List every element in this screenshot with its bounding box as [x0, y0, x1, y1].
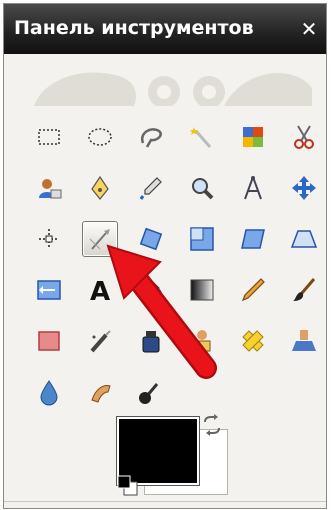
ellipse-select-icon-glyph — [88, 128, 112, 146]
fuzzy-select-wand-icon[interactable] — [184, 119, 220, 155]
blend-gradient-icon[interactable] — [184, 272, 220, 308]
text-icon[interactable]: A — [82, 272, 118, 308]
rotate-icon-glyph — [139, 227, 163, 251]
crop-knife-icon[interactable] — [82, 221, 118, 257]
divider — [4, 501, 326, 502]
dodge-burn-icon-glyph — [139, 383, 159, 404]
zoom-magnifier-icon-glyph — [192, 178, 214, 200]
color-picker-icon[interactable] — [133, 170, 169, 206]
free-select-lasso-icon-glyph — [140, 128, 162, 148]
paths-pen-icon-glyph — [91, 175, 109, 200]
heal-bandage-icon-glyph — [242, 330, 264, 352]
pencil-icon-glyph — [241, 278, 265, 302]
select-by-color-icon-glyph — [243, 127, 263, 147]
shear-icon[interactable] — [235, 221, 271, 257]
bucket-fill-icon[interactable] — [133, 272, 169, 308]
crop-knife-icon-glyph — [89, 229, 110, 250]
rect-select-icon-glyph — [38, 129, 60, 145]
paths-pen-icon[interactable] — [82, 170, 118, 206]
fuzzy-select-wand-icon-glyph — [190, 127, 212, 148]
rect-select-icon[interactable] — [31, 119, 67, 155]
pencil-icon[interactable] — [235, 272, 271, 308]
zoom-magnifier-icon[interactable] — [184, 170, 220, 206]
clone-stamp-icon-glyph — [193, 330, 211, 352]
blur-drop-icon[interactable] — [31, 374, 67, 410]
toolbox-window: Панель инструментов ✕ A — [3, 3, 327, 509]
swap-colors-icon[interactable] — [201, 414, 223, 436]
shear-icon-glyph — [241, 229, 265, 249]
window-title: Панель инструментов — [14, 17, 254, 39]
foreground-select-icon[interactable] — [31, 170, 67, 206]
align-icon[interactable] — [31, 221, 67, 257]
eraser-icon[interactable] — [31, 323, 67, 359]
perspective-clone-icon[interactable] — [286, 323, 322, 359]
eraser-icon-glyph — [38, 331, 60, 351]
scissors-select-icon[interactable] — [286, 119, 322, 155]
measure-compass-icon-glyph — [244, 176, 262, 200]
perspective-clone-icon-glyph — [292, 330, 316, 351]
heal-bandage-icon[interactable] — [235, 323, 271, 359]
smudge-finger-icon-glyph — [91, 385, 111, 403]
blend-gradient-icon-glyph — [190, 279, 214, 301]
select-by-color-icon[interactable] — [235, 119, 271, 155]
align-icon-glyph — [39, 229, 59, 249]
clone-stamp-icon[interactable] — [184, 323, 220, 359]
flip-icon[interactable] — [31, 272, 67, 308]
scale-icon[interactable] — [184, 221, 220, 257]
airbrush-icon[interactable] — [82, 323, 118, 359]
wilber-logo-watermark — [34, 72, 312, 106]
flip-icon-glyph — [37, 280, 61, 300]
smudge-finger-icon[interactable] — [82, 374, 118, 410]
ink-bottle-icon[interactable] — [133, 323, 169, 359]
color-picker-icon-glyph — [139, 177, 162, 200]
text-icon-glyph: A — [90, 277, 110, 304]
title-bar[interactable]: Панель инструментов ✕ — [4, 4, 326, 54]
dodge-burn-icon[interactable] — [133, 374, 169, 410]
blur-drop-icon-glyph — [40, 380, 58, 406]
move-arrows-icon[interactable] — [286, 170, 322, 206]
perspective-icon-glyph — [290, 230, 318, 248]
bucket-fill-icon-glyph — [142, 279, 162, 298]
airbrush-icon-glyph — [90, 330, 111, 353]
svg-text:A: A — [90, 277, 110, 304]
rotate-icon[interactable] — [133, 221, 169, 257]
ink-bottle-icon-glyph — [142, 331, 160, 353]
scale-icon-glyph — [190, 227, 214, 251]
close-button[interactable]: ✕ — [298, 19, 320, 39]
ellipse-select-icon[interactable] — [82, 119, 118, 155]
move-arrows-icon-glyph — [292, 176, 316, 200]
measure-compass-icon[interactable] — [235, 170, 271, 206]
perspective-icon[interactable] — [286, 221, 322, 257]
paintbrush-icon-glyph — [293, 278, 316, 301]
default-colors-icon[interactable] — [116, 474, 140, 498]
paintbrush-icon[interactable] — [286, 272, 322, 308]
foreground-select-icon-glyph — [39, 179, 62, 199]
free-select-lasso-icon[interactable] — [133, 119, 169, 155]
scissors-select-icon-glyph — [294, 125, 314, 149]
